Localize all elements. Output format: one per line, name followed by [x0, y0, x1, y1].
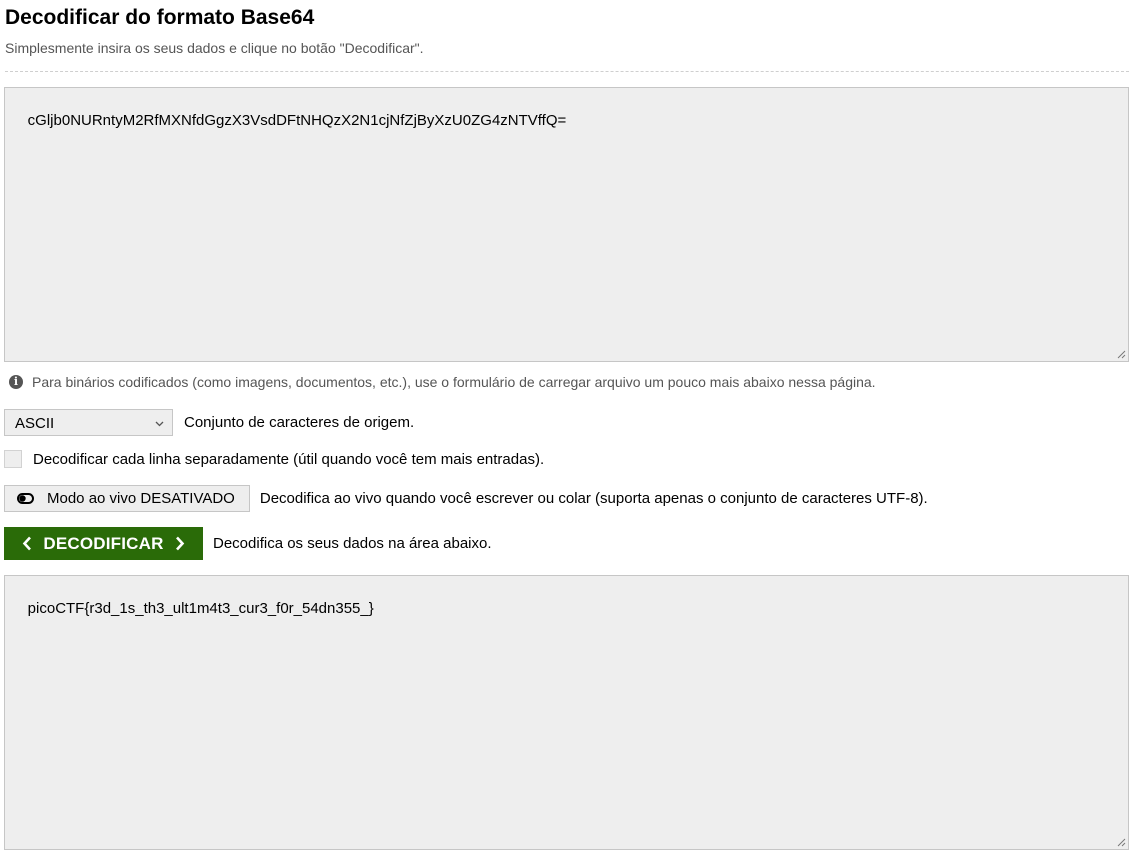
chevron-down-icon — [155, 421, 164, 427]
line-by-line-row: Decodificar cada linha separadamente (út… — [4, 450, 544, 468]
input-text: cGljb0NURntyM2RfMXNfdGgzX3VsdDFtNHQzX2N1… — [27, 112, 567, 129]
line-by-line-checkbox[interactable] — [4, 450, 22, 468]
page-title: Decodificar do formato Base64 — [5, 6, 315, 29]
info-icon: i — [9, 375, 23, 389]
decode-button[interactable]: DECODIFICAR — [4, 527, 203, 560]
header-divider — [5, 71, 1129, 72]
charset-select[interactable]: ASCII — [4, 409, 173, 436]
chevron-right-icon — [175, 536, 184, 551]
live-mode-button[interactable]: Modo ao vivo DESATIVADO — [4, 485, 250, 512]
charset-label: Conjunto de caracteres de origem. — [184, 414, 415, 431]
live-mode-description: Decodifica ao vivo quando você escrever … — [259, 490, 928, 507]
resize-grip-icon[interactable] — [1117, 350, 1126, 359]
upload-hint-text: Para binários codificados (como imagens,… — [32, 374, 876, 390]
output-textarea[interactable]: picoCTF{r3d_1s_th3_ult1m4t3_cur3_f0r_54d… — [4, 575, 1129, 850]
live-mode-button-label: Modo ao vivo DESATIVADO — [47, 490, 235, 507]
charset-row: ASCII Conjunto de caracteres de origem. — [4, 409, 414, 436]
charset-selected-value: ASCII — [15, 415, 55, 432]
upload-hint: i Para binários codificados (como imagen… — [9, 374, 876, 390]
input-textarea[interactable]: cGljb0NURntyM2RfMXNfdGgzX3VsdDFtNHQzX2N1… — [4, 87, 1129, 362]
decode-description: Decodifica os seus dados na área abaixo. — [213, 535, 492, 552]
toggle-off-icon — [17, 493, 34, 504]
decode-row: DECODIFICAR Decodifica os seus dados na … — [4, 527, 492, 560]
line-by-line-label[interactable]: Decodificar cada linha separadamente (út… — [33, 451, 544, 468]
live-mode-row: Modo ao vivo DESATIVADO Decodifica ao vi… — [4, 485, 928, 512]
chevron-left-icon — [23, 536, 32, 551]
decode-button-label: DECODIFICAR — [43, 533, 164, 553]
output-text: picoCTF{r3d_1s_th3_ult1m4t3_cur3_f0r_54d… — [27, 600, 374, 617]
base64-decode-page: Decodificar do formato Base64 Simplesmen… — [0, 0, 1131, 855]
page-subtitle: Simplesmente insira os seus dados e cliq… — [5, 40, 424, 56]
resize-grip-icon[interactable] — [1117, 838, 1126, 847]
